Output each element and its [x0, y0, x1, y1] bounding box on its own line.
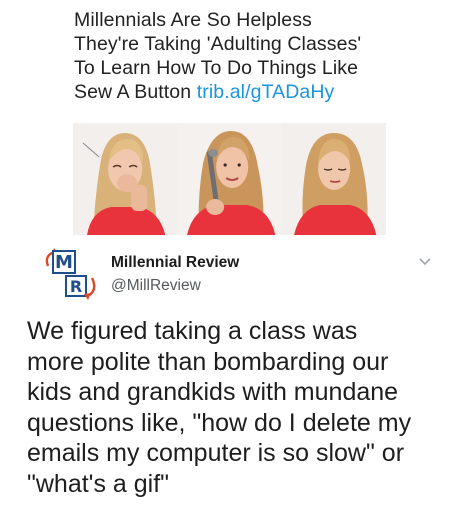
avatar-letter-r: R	[70, 277, 82, 296]
display-name[interactable]: Millennial Review	[111, 254, 239, 272]
avatar-letter-m: M	[55, 252, 73, 273]
headline-line: Sew A Button trib.al/gTADaHy	[74, 80, 404, 104]
tweet-line: "what's a gif"	[27, 469, 170, 498]
millennial-review-logo-icon: M R	[45, 248, 96, 300]
tweet-line: We figured taking a class was	[27, 317, 358, 345]
tweet-line: kids and grandkids with mundane	[27, 378, 399, 406]
user-handle[interactable]: @MillReview	[111, 277, 201, 295]
chevron-down-icon[interactable]	[418, 254, 432, 268]
photo-panel-3	[281, 123, 386, 235]
headline-line-end: Sew A Button	[74, 81, 192, 103]
headline-line: To Learn How To Do Things Like	[74, 57, 359, 79]
tweet-line: questions like, "how do I delete my	[27, 408, 412, 437]
tweet-text: We figured taking a class was more polit…	[27, 316, 467, 499]
avatar[interactable]: M R	[42, 246, 100, 302]
tweet-line: more polite than bombarding our	[27, 347, 389, 376]
headline-line: They're Taking 'Adulting Classes'	[74, 33, 362, 55]
photo-panel-1	[73, 123, 178, 235]
headline-line: Millennials Are So Helpless	[74, 9, 312, 31]
article-link[interactable]: trib.al/gTADaHy	[197, 81, 335, 103]
tweet-author[interactable]: M R Millennial Review @MillReview	[42, 246, 432, 306]
photo-panel-2	[177, 123, 282, 235]
quoted-article[interactable]: Millennials Are So Helpless They're Taki…	[74, 8, 404, 104]
tweet-line: emails my computer is so slow" or	[27, 439, 405, 467]
article-photo[interactable]	[73, 123, 386, 235]
article-headline[interactable]: Millennials Are So Helpless They're Taki…	[74, 8, 404, 104]
